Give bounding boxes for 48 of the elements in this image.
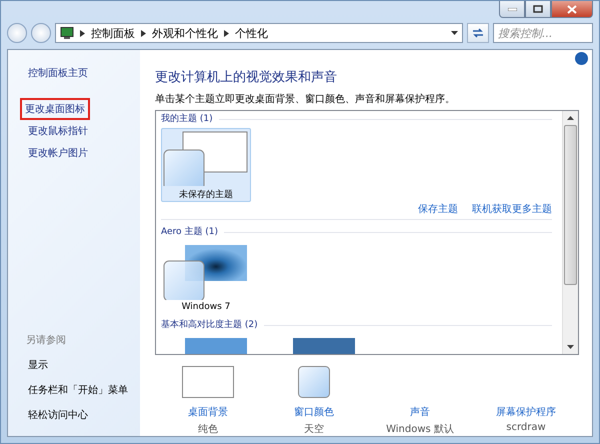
- monitor-icon: [60, 27, 74, 39]
- theme-name: Windows 7: [182, 302, 230, 312]
- setting-link[interactable]: 窗口颜色: [294, 405, 334, 419]
- setting-value: scrdraw: [506, 422, 546, 433]
- chevron-icon: [224, 30, 229, 36]
- glass-square-icon: [298, 366, 330, 398]
- maximize-icon: [533, 5, 543, 13]
- theme-tile[interactable]: Windows 7: [161, 241, 251, 315]
- minimize-button[interactable]: [499, 1, 525, 18]
- sidebar-link[interactable]: 更改鼠标指针: [23, 120, 93, 142]
- refresh-icon: [472, 28, 484, 38]
- sidebar-link[interactable]: 轻松访问中心: [23, 404, 93, 426]
- close-icon: [567, 4, 577, 14]
- breadcrumb[interactable]: 控制面板: [91, 26, 135, 40]
- search-field[interactable]: 搜索控制...: [493, 23, 593, 43]
- theme-tile[interactable]: 未保存的主题: [161, 128, 251, 202]
- setting-value: Windows 默认: [386, 423, 454, 436]
- dropdown-icon[interactable]: [451, 31, 458, 35]
- blank-picture-icon: [182, 366, 234, 398]
- theme-link[interactable]: 保存主题: [418, 202, 458, 216]
- sidebar-link[interactable]: 更改帐户图片: [23, 142, 93, 164]
- minimize-icon: [508, 8, 516, 10]
- sidebar-link[interactable]: 更改桌面图标: [20, 98, 90, 120]
- maximize-button[interactable]: [525, 1, 551, 18]
- theme-link[interactable]: 联机获取更多主题: [472, 202, 552, 216]
- sidebar-link[interactable]: 显示: [23, 354, 53, 376]
- chevron-icon: [80, 30, 85, 36]
- setting-value: 纯色: [198, 423, 218, 436]
- page-heading: 更改计算机上的视觉效果和声音: [155, 69, 338, 86]
- breadcrumb[interactable]: 个性化: [235, 26, 268, 40]
- breadcrumb[interactable]: 外观和个性化: [152, 26, 218, 40]
- setting-link[interactable]: 桌面背景: [188, 405, 228, 419]
- group-title: 基本和高对比度主题 (2): [161, 319, 258, 331]
- close-button[interactable]: [551, 1, 593, 18]
- scrollbar[interactable]: [562, 111, 578, 354]
- chevron-icon: [141, 30, 146, 36]
- setting-link[interactable]: 声音: [410, 405, 430, 419]
- see-also-title: 另请参阅: [26, 334, 67, 348]
- group-title: Aero 主题 (1): [161, 226, 218, 238]
- sidebar-link[interactable]: 任务栏和「开始」菜单: [23, 379, 133, 401]
- address-bar[interactable]: 控制面板 外观和个性化 个性化: [55, 23, 463, 43]
- group-title: 我的主题 (1): [161, 113, 213, 125]
- theme-name: 未保存的主题: [179, 188, 233, 201]
- setting-value: 天空: [304, 422, 324, 436]
- sidebar-link[interactable]: 控制面板主页: [23, 62, 93, 84]
- refresh-button[interactable]: [467, 23, 489, 43]
- page-description: 单击某个主题立即更改桌面背景、窗口颜色、声音和屏幕保护程序。: [155, 92, 456, 106]
- setting-link[interactable]: 屏幕保护程序: [496, 405, 556, 419]
